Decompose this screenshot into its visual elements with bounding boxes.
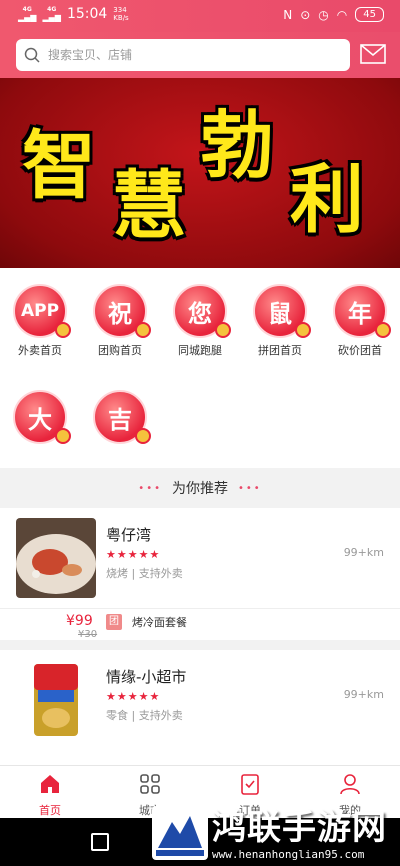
promo-banner[interactable]: 智 慧 勃 利	[0, 78, 400, 268]
category-grid: APP 外卖首页 祝 团购首页 您 同城跑腿 鼠 拼团首页 年 砍价团首 大 吉	[0, 268, 400, 468]
shop-thumbnail	[16, 660, 96, 740]
banner-char-3: 勃	[200, 103, 274, 189]
watermark-url: www.henanhonglian95.com	[212, 848, 365, 861]
signal-icon: 4G ▂▄▆	[18, 6, 37, 22]
status-bar: 4G ▂▄▆ 4G ▂▄▆ 15:04 334 KB/s N ⊙ ◷ ◠ 45	[0, 0, 400, 32]
wifi-icon: ◠	[336, 7, 348, 22]
zhu-icon: 祝	[93, 284, 151, 338]
watermark-logo-icon	[152, 806, 208, 860]
shop-tags: 零食 | 支持外卖	[106, 709, 183, 722]
deal-row[interactable]: ¥99 ¥30 团 烤冷面套餐	[0, 608, 400, 640]
shop-name: 情缘-小超市	[106, 668, 187, 686]
clock: 15:04	[66, 6, 108, 22]
watermark: 鸿联手游网 www.henanhonglian95.com	[150, 790, 400, 866]
shop-distance: 99+km	[343, 688, 384, 701]
shop-distance: 99+km	[343, 546, 384, 559]
shop-tags: 烧烤 | 支持外卖	[106, 567, 183, 580]
category-groupbuy[interactable]: 祝 团购首页	[80, 284, 160, 358]
category-bargain[interactable]: 年 砍价团首	[320, 284, 400, 358]
search-box[interactable]	[16, 39, 350, 71]
da-icon: 大	[13, 390, 71, 444]
ji-icon: 吉	[93, 390, 151, 444]
home-square-icon[interactable]	[91, 833, 109, 851]
tab-home[interactable]: 首页	[10, 772, 90, 818]
category-pintuan[interactable]: 鼠 拼团首页	[240, 284, 320, 358]
deal-price: ¥99	[66, 613, 93, 629]
alarm-icon: ◷	[318, 7, 329, 22]
recommend-header: ••• 为你推荐 •••	[0, 468, 400, 508]
recommend-title: 为你推荐	[172, 481, 228, 497]
category-da[interactable]: 大	[0, 390, 80, 448]
shop-card[interactable]: 情缘-小超市 ★★★★★ 零食 | 支持外卖 99+km	[0, 650, 400, 765]
app-icon: APP	[13, 284, 71, 338]
shop-card[interactable]: 粤仔湾 ★★★★★ 烧烤 | 支持外卖 99+km ¥99 ¥30 团 烤冷面套…	[0, 508, 400, 640]
shu-icon: 鼠	[253, 284, 311, 338]
network-speed: 334 KB/s	[113, 6, 129, 22]
groupbuy-badge: 团	[106, 614, 122, 630]
rating-stars: ★★★★★	[106, 690, 161, 703]
mail-icon[interactable]	[360, 44, 386, 64]
battery-indicator: 45	[355, 7, 384, 22]
nian-icon: 年	[333, 284, 391, 338]
search-icon	[24, 47, 40, 63]
banner-char-4: 利	[290, 157, 364, 243]
signal-icon-2: 4G ▂▄▆	[42, 6, 61, 22]
home-icon	[41, 775, 59, 793]
category-errand[interactable]: 您 同城跑腿	[160, 284, 240, 358]
nin-icon: 您	[173, 284, 231, 338]
category-takeout[interactable]: APP 外卖首页	[0, 284, 80, 358]
shop-thumbnail	[16, 518, 96, 598]
deal-name: 烤冷面套餐	[132, 616, 187, 629]
banner-char-1: 智	[22, 123, 96, 209]
search-input[interactable]	[48, 48, 318, 62]
header	[0, 32, 400, 78]
watermark-title: 鸿联手游网	[212, 808, 387, 848]
nfc-icon: N	[283, 7, 293, 22]
rating-stars: ★★★★★	[106, 548, 161, 561]
deal-old-price: ¥30	[78, 629, 98, 640]
category-ji[interactable]: 吉	[80, 390, 160, 448]
banner-char-2: 慧	[112, 163, 186, 249]
location-icon: ⊙	[300, 7, 311, 22]
shop-name: 粤仔湾	[106, 526, 152, 544]
